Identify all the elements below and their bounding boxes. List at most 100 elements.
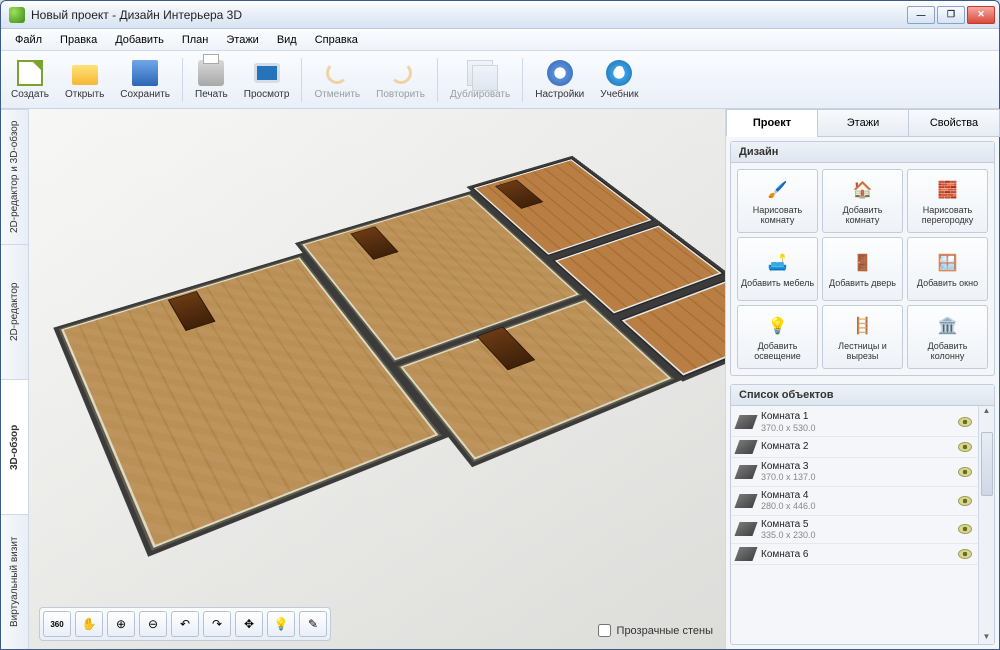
tab-properties[interactable]: Свойства	[908, 109, 1000, 137]
left-tabstrip: 2D-редактор и 3D-обзор 2D-редактор 3D-об…	[1, 109, 29, 649]
object-name: Комната 5	[761, 519, 952, 531]
toolbar-separator	[437, 58, 438, 102]
design-grid: 🖌️ Нарисовать комнату 🏠Добавить комнату🧱На…	[731, 163, 994, 375]
gear-icon	[547, 60, 573, 86]
draw-partition-button[interactable]: 🧱Нарисовать перегородку	[907, 169, 988, 233]
tab-floors[interactable]: Этажи	[817, 109, 909, 137]
zoom-in-button[interactable]: ⊕	[107, 611, 135, 637]
menu-floors[interactable]: Этажи	[218, 31, 266, 49]
menu-help[interactable]: Справка	[307, 31, 366, 49]
tab-project[interactable]: Проект	[726, 109, 818, 137]
create-button[interactable]: Создать	[3, 53, 57, 107]
3d-floorplan	[29, 109, 725, 649]
view-controls: 360 ✋ ⊕ ⊖ ↶ ↷ ✥ 💡 ✎	[39, 607, 331, 641]
object-row[interactable]: Комната 1370.0 x 530.0	[731, 408, 978, 437]
add-lighting-button[interactable]: 💡 Добавить освещение	[737, 305, 818, 369]
room-icon	[734, 494, 757, 508]
rotate-left-button[interactable]: ↶	[171, 611, 199, 637]
scrollbar-thumb[interactable]	[981, 432, 993, 496]
objects-header: Список объектов	[731, 385, 994, 406]
object-list[interactable]: Комната 1370.0 x 530.0 Комната 2 Комната 3…	[731, 406, 978, 644]
toolbar-separator	[301, 58, 302, 102]
move-button[interactable]: ✥	[235, 611, 263, 637]
add-column-button[interactable]: 🏛️ Добавить колонну	[907, 305, 988, 369]
lighting-toggle-button[interactable]: 💡	[267, 611, 295, 637]
save-icon	[132, 60, 158, 86]
tab-virtual[interactable]: Виртуальный визит	[1, 514, 28, 649]
add-window-button[interactable]: 🪟Добавить окно	[907, 237, 988, 301]
room-icon	[734, 440, 757, 454]
object-row[interactable]: Комната 3370.0 x 137.0	[731, 458, 978, 487]
menu-add[interactable]: Добавить	[107, 31, 172, 49]
draw-room-icon: 🖌️	[765, 177, 791, 203]
new-file-icon	[17, 60, 43, 86]
room-icon	[734, 547, 757, 561]
settings-button[interactable]: Настройки	[527, 53, 592, 107]
design-header: Дизайн	[731, 142, 994, 163]
draw-room-button[interactable]: 🖌️ Нарисовать комнату	[737, 169, 818, 233]
titlebar: Новый проект - Дизайн Интерьера 3D — ❐ ✕	[1, 1, 999, 29]
rotate-right-button[interactable]: ↷	[203, 611, 231, 637]
objects-section: Список объектов Комната 1370.0 x 530.0Ко…	[730, 384, 995, 645]
object-list-scrollbar[interactable]: ▲ ▼	[978, 406, 994, 644]
panel-tabs: Проект Этажи Свойства	[726, 109, 999, 137]
tile-label: Добавить освещение	[740, 342, 815, 362]
app-window: Новый проект - Дизайн Интерьера 3D — ❐ ✕…	[0, 0, 1000, 650]
close-button[interactable]: ✕	[967, 6, 995, 24]
tutorial-button[interactable]: ?Учебник	[592, 53, 646, 107]
tile-label: Добавить мебель	[741, 279, 814, 289]
object-row[interactable]: Комната 6	[731, 544, 978, 565]
visibility-toggle-icon[interactable]	[958, 442, 972, 452]
add-furniture-button[interactable]: 🛋️Добавить мебель	[737, 237, 818, 301]
preview-button[interactable]: Просмотр	[236, 53, 298, 107]
tab-2d[interactable]: 2D-редактор	[1, 244, 28, 379]
tile-label: Добавить колонну	[910, 342, 985, 362]
app-icon	[9, 7, 25, 23]
print-button[interactable]: Печать	[187, 53, 236, 107]
redo-button[interactable]: Повторить	[368, 53, 433, 107]
open-button[interactable]: Открыть	[57, 53, 112, 107]
add-column-icon: 🏛️	[935, 313, 961, 339]
object-size: 335.0 x 230.0	[761, 530, 952, 540]
object-name: Комната 2	[761, 441, 952, 453]
object-row[interactable]: Комната 5335.0 x 230.0	[731, 516, 978, 545]
visibility-toggle-icon[interactable]	[958, 417, 972, 427]
print-icon	[198, 60, 224, 86]
right-panel: Проект Этажи Свойства Дизайн 🖌️ Нарисоват…	[725, 109, 999, 649]
add-room-button[interactable]: 🏠Добавить комнату	[822, 169, 903, 233]
object-row[interactable]: Комната 2	[731, 437, 978, 458]
visibility-toggle-icon[interactable]	[958, 549, 972, 559]
tab-3d[interactable]: 3D-обзор	[1, 379, 28, 514]
minimize-button[interactable]: —	[907, 6, 935, 24]
save-button[interactable]: Сохранить	[112, 53, 178, 107]
duplicate-button[interactable]: Дублировать	[442, 53, 518, 107]
edit-button[interactable]: ✎	[299, 611, 327, 637]
visibility-toggle-icon[interactable]	[958, 524, 972, 534]
transparent-walls-input[interactable]	[598, 624, 611, 637]
stairs-cutouts-button[interactable]: 🪜Лестницы и вырезы	[822, 305, 903, 369]
3d-canvas[interactable]: 360 ✋ ⊕ ⊖ ↶ ↷ ✥ 💡 ✎ Прозрачные стены	[29, 109, 725, 649]
maximize-button[interactable]: ❐	[937, 6, 965, 24]
tile-label: Нарисовать комнату	[740, 206, 815, 226]
transparent-walls-checkbox[interactable]: Прозрачные стены	[598, 624, 713, 637]
undo-button[interactable]: Отменить	[306, 53, 368, 107]
pan-button[interactable]: ✋	[75, 611, 103, 637]
tab-2d-3d[interactable]: 2D-редактор и 3D-обзор	[1, 109, 28, 244]
reset-view-button[interactable]: 360	[43, 611, 71, 637]
menu-file[interactable]: Файл	[7, 31, 50, 49]
toolbar: Создать Открыть Сохранить Печать Просмот…	[1, 51, 999, 109]
visibility-toggle-icon[interactable]	[958, 467, 972, 477]
design-section: Дизайн 🖌️ Нарисовать комнату 🏠Добавить ком…	[730, 141, 995, 376]
visibility-toggle-icon[interactable]	[958, 496, 972, 506]
menu-edit[interactable]: Правка	[52, 31, 105, 49]
object-row[interactable]: Комната 4280.0 x 446.0	[731, 487, 978, 516]
menu-plan[interactable]: План	[174, 31, 217, 49]
redo-icon	[390, 62, 412, 84]
add-door-button[interactable]: 🚪Добавить дверь	[822, 237, 903, 301]
workarea: 2D-редактор и 3D-обзор 2D-редактор 3D-об…	[1, 109, 999, 649]
add-lighting-icon: 💡	[765, 313, 791, 339]
room-icon	[734, 465, 757, 479]
room-icon	[734, 415, 757, 429]
zoom-out-button[interactable]: ⊖	[139, 611, 167, 637]
menu-view[interactable]: Вид	[269, 31, 305, 49]
